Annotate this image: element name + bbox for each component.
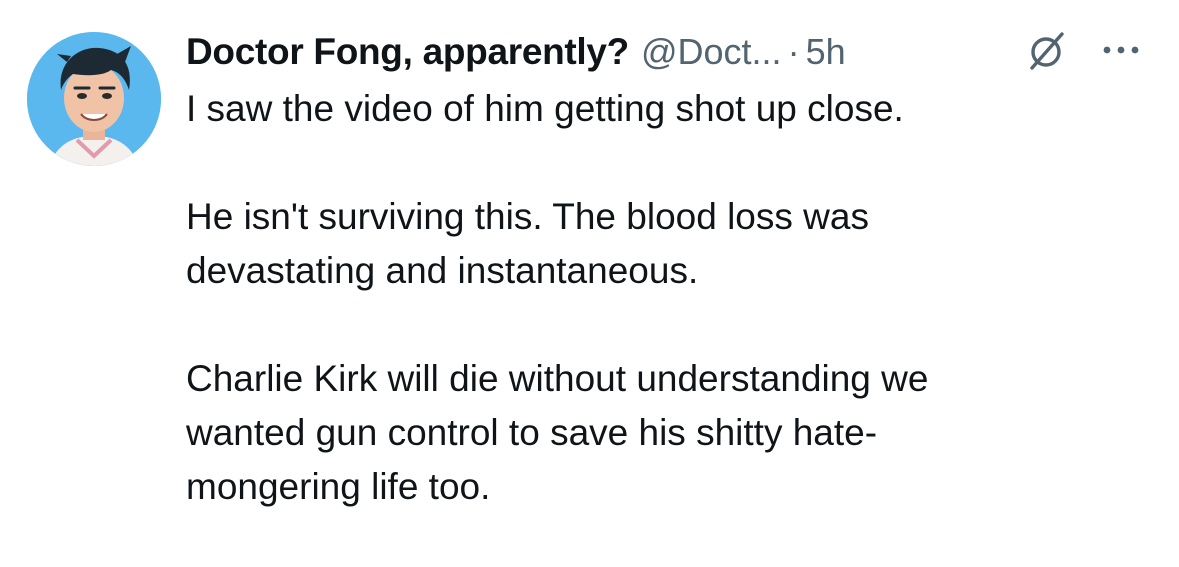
tweet-timestamp[interactable]: 5h [806,31,846,73]
avatar[interactable] [27,32,161,166]
author-display-name[interactable]: Doctor Fong, apparently? [186,31,629,73]
header-separator: · [787,31,800,72]
tweet-text-line: I saw the video of him getting shot up c… [186,88,904,129]
more-icon[interactable] [1098,40,1144,60]
tweet-paragraph: Charlie Kirk will die without understand… [186,352,1146,514]
tweet-text-line: He isn't surviving this. The blood loss … [186,196,869,237]
tweet-text-line: mongering life too. [186,466,491,507]
tweet[interactable]: Doctor Fong, apparently? @Doct... · 5h I… [0,0,1179,567]
grok-icon[interactable] [1024,30,1068,74]
tweet-header: Doctor Fong, apparently? @Doct... · 5h [186,24,846,80]
author-handle[interactable]: @Doct... [641,31,782,73]
tweet-paragraph: I saw the video of him getting shot up c… [186,82,1146,136]
tweet-text-line: devastating and instantaneous. [186,250,699,291]
cartoon-avatar-icon [27,32,161,166]
tweet-paragraph: He isn't surviving this. The blood loss … [186,190,1146,298]
tweet-text-line: Charlie Kirk will die without understand… [186,358,929,399]
tweet-text-line: wanted gun control to save his shitty ha… [186,412,878,453]
tweet-text: I saw the video of him getting shot up c… [186,82,1146,514]
